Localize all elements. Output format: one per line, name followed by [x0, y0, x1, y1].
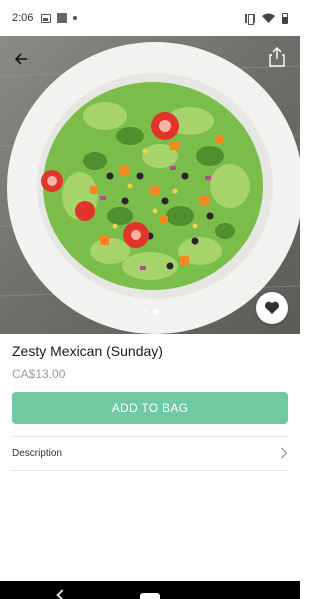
share-button[interactable]	[264, 44, 290, 70]
product-image-carousel[interactable]	[0, 36, 300, 334]
nav-home-icon[interactable]	[140, 593, 160, 599]
system-nav-bar	[0, 581, 300, 599]
battery-icon	[282, 12, 288, 24]
arrow-left-icon	[14, 53, 27, 65]
favorite-button[interactable]	[256, 292, 288, 324]
pager-dot-active[interactable]	[153, 309, 158, 314]
dot-icon	[73, 16, 78, 20]
description-row[interactable]: Description	[12, 437, 288, 469]
image-icon	[41, 13, 52, 23]
heart-icon	[264, 301, 280, 314]
back-button[interactable]	[8, 46, 34, 72]
carousel-pager	[0, 309, 300, 314]
wifi-icon	[262, 13, 275, 23]
status-bar: 2:06	[0, 0, 300, 36]
add-to-bag-button[interactable]: ADD TO BAG	[12, 392, 288, 424]
status-notification-icons	[41, 13, 78, 23]
chevron-right-icon	[281, 447, 288, 459]
square-icon	[57, 13, 68, 23]
nav-back-icon[interactable]	[56, 589, 68, 599]
share-icon	[269, 47, 285, 67]
description-label: Description	[12, 447, 63, 459]
status-time: 2:06	[12, 12, 34, 24]
divider	[12, 470, 288, 471]
status-system-icons	[245, 12, 288, 25]
product-price: CA$13.00	[12, 367, 66, 381]
vibrate-icon	[245, 13, 255, 25]
salad-photo	[0, 36, 300, 334]
product-title: Zesty Mexican (Sunday)	[12, 343, 163, 359]
pager-dot[interactable]	[142, 309, 147, 314]
